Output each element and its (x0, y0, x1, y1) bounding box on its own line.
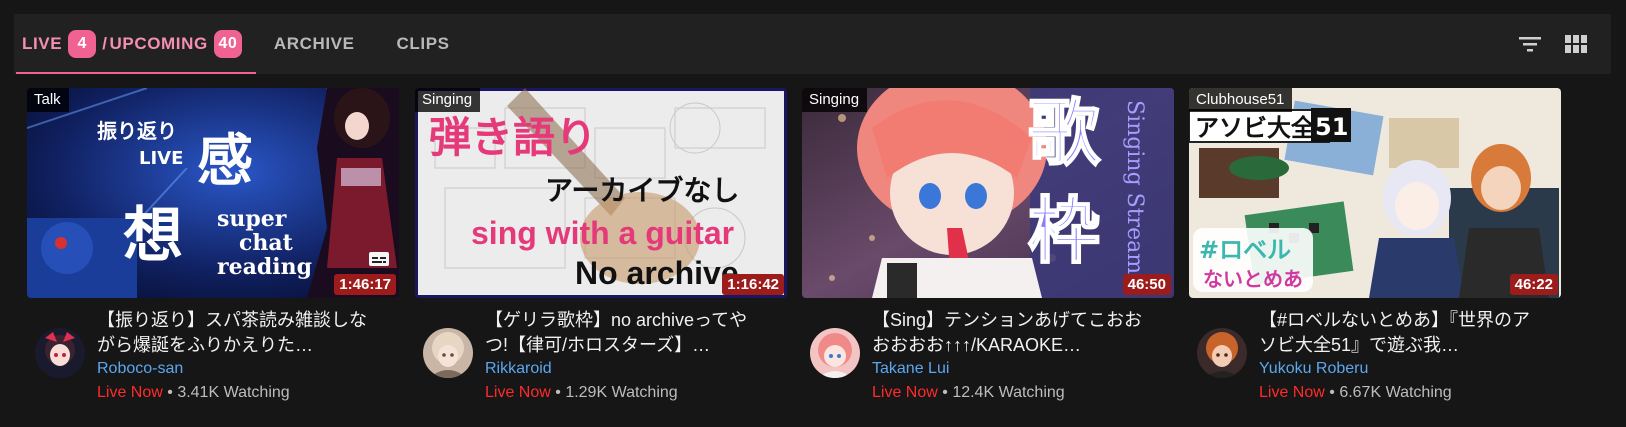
video-card: アソビ大全 51 #ロベル ないとめあ Clubhouse51 46:22 【#… (1189, 88, 1561, 401)
thumb-text-roberu: #ロベル (1199, 236, 1291, 264)
watching-count: 3.41K Watching (177, 384, 290, 401)
tab-live-label: LIVE (22, 34, 63, 53)
topic-tag: Clubhouse51 (1189, 88, 1293, 112)
watching-count: 12.4K Watching (952, 384, 1065, 401)
video-meta: 【振り返り】スパ茶読み雑談しながら爆誕をふりかえりた… Roboco-san L… (27, 298, 399, 401)
thumb-text-sou: 想 (123, 201, 183, 271)
tab-upcoming-label: UPCOMING (109, 34, 208, 53)
video-thumbnail[interactable]: 振り返り LIVE 感 想 super chat reading Talk 1:… (27, 88, 399, 298)
duration-badge: 46:50 (1122, 274, 1171, 295)
channel-name[interactable]: Rikkaroid (485, 360, 552, 378)
status-separator: • (162, 384, 178, 401)
channel-avatar[interactable] (423, 328, 473, 378)
live-now-label: Live Now (1259, 384, 1325, 401)
channel-name[interactable]: Takane Lui (872, 360, 949, 378)
thumb-text-singing-stream: Singing Stream (1122, 100, 1147, 274)
live-now-label: Live Now (97, 384, 163, 401)
upcoming-count-badge: 40 (213, 30, 242, 58)
thumb-text-51: 51 (1315, 113, 1348, 141)
thumb-text-super: super (217, 206, 287, 232)
live-status: Live Now • 12.4K Watching (872, 384, 1065, 402)
thumb-text-asobi-taizen: アソビ大全 (1195, 114, 1316, 142)
channel-avatar[interactable] (1197, 328, 1247, 378)
thumb-text-uta: 歌 (1028, 90, 1101, 175)
video-title[interactable]: 【Sing】テンションあげてこおおおおおお↑↑↑/KARAOKE… (872, 308, 1154, 358)
video-thumbnail[interactable]: 歌 枠 Singing Stream Singing 46:50 (802, 88, 1174, 298)
video-thumbnail[interactable]: アソビ大全 51 #ロベル ないとめあ Clubhouse51 46:22 (1189, 88, 1561, 298)
thumb-text-sing-guitar: sing with a guitar (471, 215, 734, 251)
status-separator: • (550, 384, 566, 401)
filter-icon[interactable] (1518, 34, 1542, 54)
thumb-text-furikaeri: 振り返り (97, 119, 177, 143)
video-card: 弾き語り アーカイブなし sing with a guitar No archi… (415, 88, 787, 401)
tab-archive[interactable]: ARCHIVE (274, 14, 355, 74)
video-card: 振り返り LIVE 感 想 super chat reading Talk 1:… (27, 88, 399, 401)
video-title[interactable]: 【ゲリラ歌枠】no archiveってやつ!【律可/ホロスターズ】… (485, 308, 767, 358)
live-now-label: Live Now (872, 384, 938, 401)
tab-bar: LIVE 4 / UPCOMING 40 ARCHIVE CLIPS (16, 14, 450, 74)
channel-name[interactable]: Roboco-san (97, 360, 183, 378)
channel-avatar[interactable] (810, 328, 860, 378)
watching-count: 1.29K Watching (565, 384, 678, 401)
status-separator: • (1324, 384, 1340, 401)
thumb-text-kan: 感 (197, 128, 253, 194)
thumb-text-reading: reading (217, 254, 312, 280)
topic-tag: Talk (27, 88, 69, 112)
video-meta: 【Sing】テンションあげてこおおおおおお↑↑↑/KARAOKE… Takane… (802, 298, 1174, 401)
video-thumbnail[interactable]: 弾き語り アーカイブなし sing with a guitar No archi… (415, 88, 787, 298)
thumb-text-no-archive: No archive (575, 255, 739, 291)
grid-view-icon[interactable] (1564, 34, 1588, 54)
live-status: Live Now • 3.41K Watching (97, 384, 290, 402)
thumb-text-chat: chat (239, 230, 294, 256)
tab-separator: / (102, 34, 108, 53)
category-toolbar: LIVE 4 / UPCOMING 40 ARCHIVE CLIPS (14, 14, 1611, 74)
thumb-text-live: LIVE (139, 148, 183, 169)
tab-live-upcoming[interactable]: LIVE 4 / UPCOMING 40 (16, 14, 256, 74)
video-meta: 【ゲリラ歌枠】no archiveってやつ!【律可/ホロスターズ】… Rikka… (415, 298, 787, 401)
live-count-badge: 4 (68, 30, 97, 58)
thumb-text-hikigatari: 弾き語り (429, 113, 597, 162)
video-card: 歌 枠 Singing Stream Singing 46:50 【Sing】テ… (802, 88, 1174, 401)
video-meta: 【#ロベルないとめあ】『世界のアソビ大全51』で遊ぶ我… Yukoku Robe… (1189, 298, 1561, 401)
status-separator: • (937, 384, 953, 401)
video-title[interactable]: 【#ロベルないとめあ】『世界のアソビ大全51』で遊ぶ我… (1259, 308, 1541, 358)
live-now-label: Live Now (485, 384, 551, 401)
topic-tag: Singing (802, 88, 868, 112)
captions-icon (369, 252, 389, 266)
thumb-text-waku: 枠 (1028, 188, 1100, 273)
tab-clips[interactable]: CLIPS (397, 14, 450, 74)
channel-avatar[interactable] (35, 328, 85, 378)
live-status: Live Now • 6.67K Watching (1259, 384, 1452, 402)
video-title[interactable]: 【振り返り】スパ茶読み雑談しながら爆誕をふりかえりた… (97, 308, 379, 358)
channel-name[interactable]: Yukoku Roberu (1259, 360, 1368, 378)
topic-tag: Singing (415, 88, 481, 112)
duration-badge: 46:22 (1509, 274, 1558, 295)
thumb-text-naitomea: ないとめあ (1203, 267, 1303, 291)
duration-badge: 1:46:17 (334, 274, 396, 295)
thumb-text-no-archive-jp: アーカイブなし (545, 174, 739, 207)
live-status: Live Now • 1.29K Watching (485, 384, 678, 402)
duration-badge: 1:16:42 (722, 274, 784, 295)
watching-count: 6.67K Watching (1339, 384, 1452, 401)
